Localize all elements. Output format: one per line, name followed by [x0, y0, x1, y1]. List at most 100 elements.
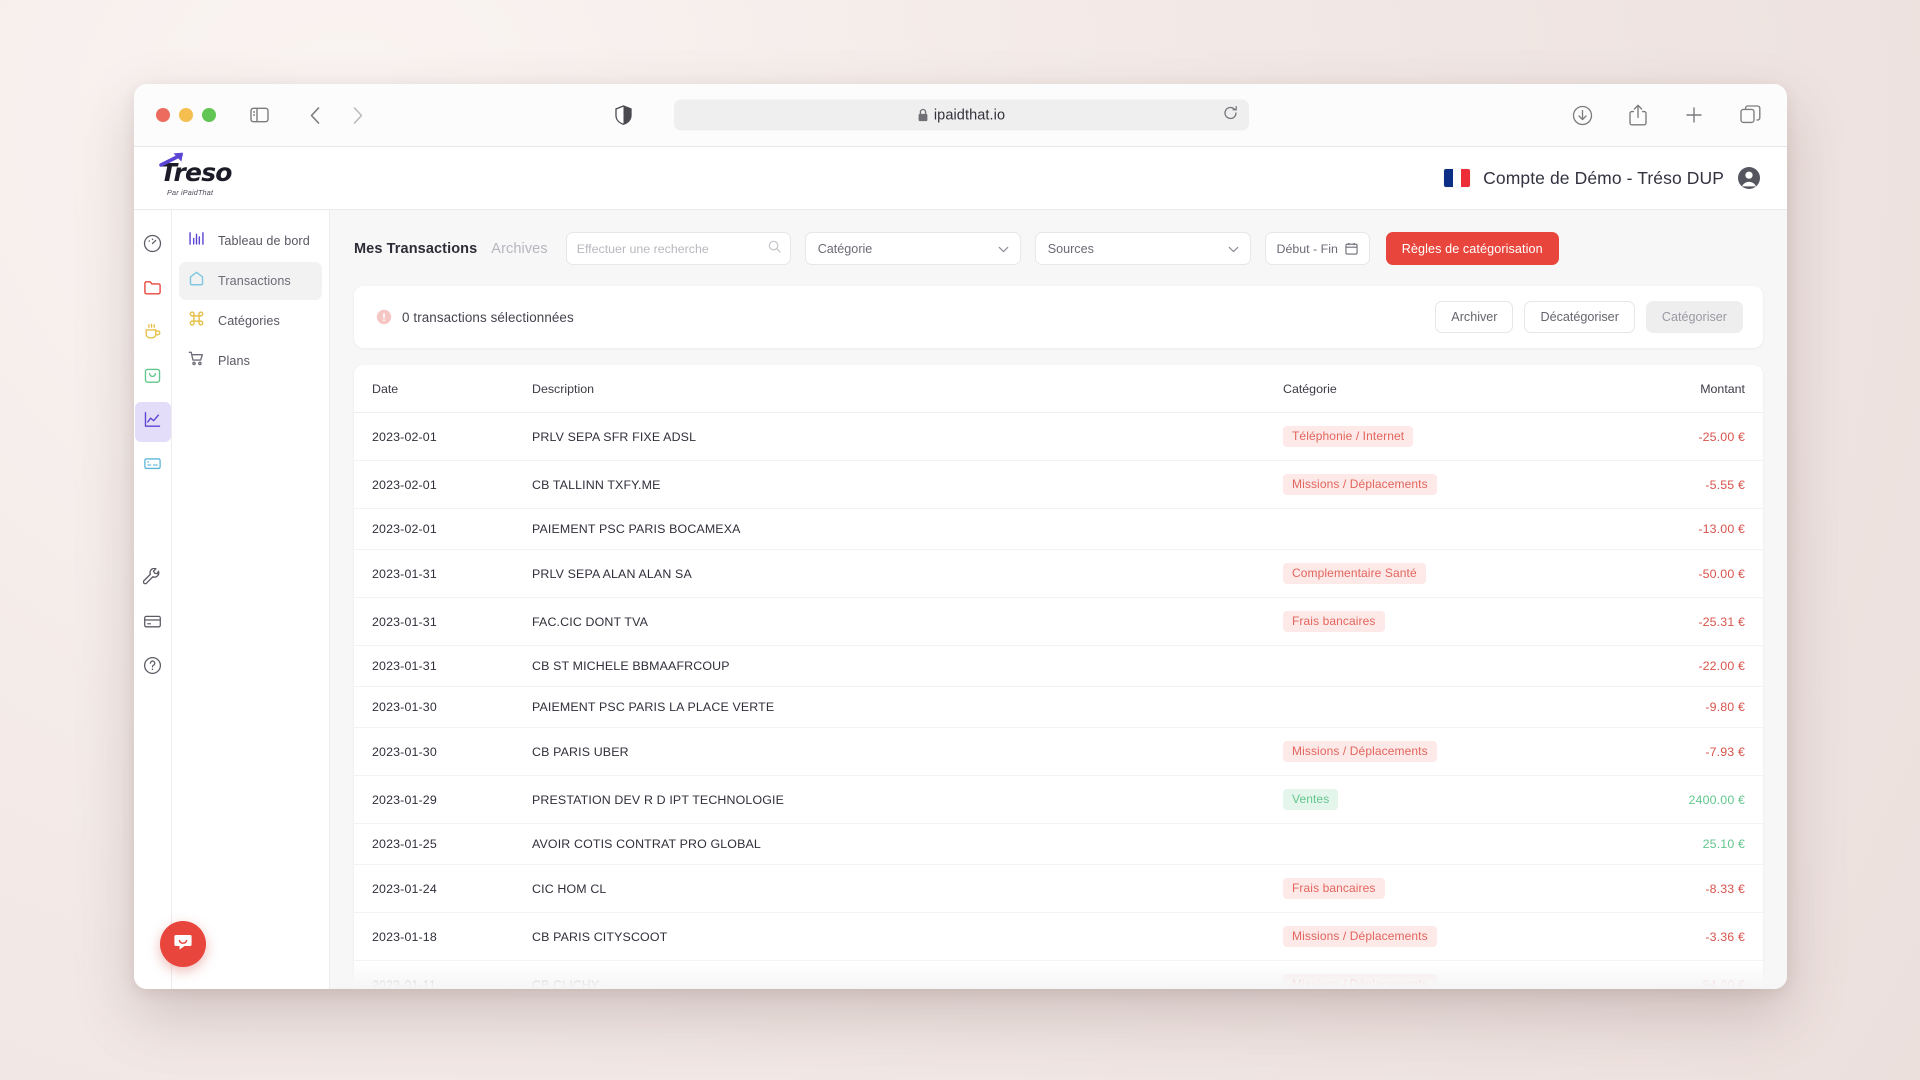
table-row[interactable]: 2023-01-29 PRESTATION DEV R D IPT TECHNOL…	[354, 775, 1763, 824]
table-row[interactable]: 2023-01-31 PRLV SEPA ALAN ALAN SA Compleme…	[354, 549, 1763, 598]
cell-date: 2023-01-30	[354, 727, 514, 776]
table-row[interactable]: 2023-01-18 CB PARIS CITYSCOOT Missions / D…	[354, 912, 1763, 961]
home-icon	[188, 270, 205, 292]
table-row[interactable]: 2023-01-31 FAC.CIC DONT TVA Frais bancaire…	[354, 597, 1763, 646]
tab-archives[interactable]: Archives	[491, 241, 547, 257]
dashboard-gauge-icon	[143, 234, 162, 258]
cell-category[interactable]: Missions / Déplacements	[1283, 460, 1613, 509]
table-row[interactable]: 2023-01-24 CIC HOM CL Frais bancaires -8.33…	[354, 864, 1763, 913]
table-row[interactable]: 2023-01-31 CB ST MICHELE BBMAAFRCOUP -22.0…	[354, 645, 1763, 687]
back-chevron-icon[interactable]	[300, 100, 330, 130]
category-badge[interactable]: Ventes	[1283, 789, 1339, 810]
sidebar-item-tableau-de-bord[interactable]: Tableau de bord	[179, 222, 322, 260]
cell-category[interactable]	[1283, 508, 1613, 550]
category-badge[interactable]: Missions / Déplacements	[1283, 926, 1437, 947]
rail-item-shopping-bag[interactable]	[134, 356, 172, 400]
logo-arrow-icon	[159, 150, 189, 175]
sidebar-item-transactions[interactable]: Transactions	[179, 262, 322, 300]
sidebar-item-plans[interactable]: Plans	[179, 342, 322, 380]
table-row[interactable]: 2023-01-30 PAIEMENT PSC PARIS LA PLACE VE…	[354, 686, 1763, 728]
french-flag-icon[interactable]	[1444, 169, 1471, 187]
cell-amount: -3.36 €	[1613, 912, 1763, 961]
rail-item-wrench[interactable]	[134, 558, 172, 602]
table-row[interactable]: 2023-02-01 PAIEMENT PSC PARIS BOCAMEXA -13…	[354, 508, 1763, 550]
credit-card-icon	[143, 612, 162, 636]
sidebar-toggle-icon[interactable]	[244, 100, 274, 130]
download-icon[interactable]	[1567, 100, 1597, 130]
rail-item-card-receipt[interactable]	[134, 444, 172, 488]
cell-date: 2023-01-24	[354, 864, 514, 913]
rules-categorisation-button[interactable]: Règles de catégorisation	[1385, 232, 1559, 265]
rail-item-folder[interactable]	[134, 268, 172, 312]
maximize-window-button[interactable]	[202, 108, 216, 122]
tab-overview-icon[interactable]	[1735, 100, 1765, 130]
intercom-chat-button[interactable]	[160, 921, 206, 967]
uncategorize-button[interactable]: Décatégoriser	[1524, 301, 1635, 333]
browser-toolbar: ipaidthat.io	[134, 84, 1787, 147]
account-name: Compte de Démo - Tréso DUP	[1483, 167, 1724, 188]
column-header-description[interactable]: Description	[514, 365, 1283, 413]
close-window-button[interactable]	[156, 108, 170, 122]
forward-chevron-icon[interactable]	[343, 100, 373, 130]
reload-icon[interactable]	[1223, 105, 1238, 125]
table-row[interactable]: 2023-02-01 PRLV SEPA SFR FIXE ADSL Télépho…	[354, 412, 1763, 461]
cell-amount: 2400.00 €	[1613, 775, 1763, 824]
tab-mes-transactions[interactable]: Mes Transactions	[354, 241, 477, 257]
cart-icon	[188, 350, 205, 372]
category-badge[interactable]: Missions / Déplacements	[1283, 474, 1437, 495]
column-header-date[interactable]: Date	[354, 365, 514, 413]
cell-category[interactable]: Ventes	[1283, 775, 1613, 824]
plus-icon[interactable]	[1679, 100, 1709, 130]
cell-category[interactable]: Complementaire Santé	[1283, 549, 1613, 598]
table-row[interactable]: 2023-01-11 CB CLICHY Missions / Déplacemen…	[354, 960, 1763, 989]
cell-category[interactable]: Missions / Déplacements	[1283, 960, 1613, 989]
transactions-table: Date Description Catégorie Montant 2023-…	[354, 365, 1763, 989]
cell-date: 2023-01-31	[354, 645, 514, 687]
archive-button[interactable]: Archiver	[1435, 301, 1514, 333]
column-header-category[interactable]: Catégorie	[1283, 365, 1613, 413]
category-badge[interactable]: Complementaire Santé	[1283, 563, 1426, 584]
category-badge[interactable]: Téléphonie / Internet	[1283, 426, 1414, 447]
table-row[interactable]: 2023-01-30 CB PARIS UBER Missions / Déplac…	[354, 727, 1763, 776]
treso-logo[interactable]: Treso Par iPaidThat	[154, 152, 232, 197]
cell-category[interactable]: Frais bancaires	[1283, 597, 1613, 646]
cell-category[interactable]: Téléphonie / Internet	[1283, 412, 1613, 461]
cell-category[interactable]: Frais bancaires	[1283, 864, 1613, 913]
cell-category[interactable]: Missions / Déplacements	[1283, 727, 1613, 776]
column-header-amount[interactable]: Montant	[1613, 365, 1763, 413]
category-badge[interactable]: Frais bancaires	[1283, 878, 1385, 899]
rail-item-dashboard-gauge[interactable]	[134, 224, 172, 268]
sidebar-item-categories[interactable]: Catégories	[179, 302, 322, 340]
rail-item-credit-card[interactable]	[134, 602, 172, 646]
cell-amount: -8.33 €	[1613, 864, 1763, 913]
rail-item-coffee-cup[interactable]	[134, 312, 172, 356]
minimize-window-button[interactable]	[179, 108, 193, 122]
cell-category[interactable]	[1283, 645, 1613, 687]
category-filter-dropdown[interactable]: Catégorie	[804, 232, 1021, 265]
user-avatar-icon[interactable]	[1737, 166, 1761, 190]
cell-date: 2023-02-01	[354, 508, 514, 550]
icon-rail	[134, 210, 172, 989]
categorize-button[interactable]: Catégoriser	[1645, 301, 1743, 333]
cell-date: 2023-01-18	[354, 912, 514, 961]
search-box[interactable]	[565, 232, 791, 265]
alert-circle-icon	[376, 309, 392, 325]
rail-item-help[interactable]	[134, 646, 172, 690]
search-input[interactable]	[576, 241, 780, 256]
cell-category[interactable]	[1283, 686, 1613, 728]
table-row[interactable]: 2023-02-01 CB TALLINN TXFY.ME Missions / D…	[354, 460, 1763, 509]
category-badge[interactable]: Missions / Déplacements	[1283, 741, 1437, 762]
share-icon[interactable]	[1623, 100, 1653, 130]
cell-description: CB PARIS UBER	[514, 727, 1283, 776]
category-badge[interactable]: Frais bancaires	[1283, 611, 1385, 632]
bar-chart-icon	[188, 230, 205, 252]
sources-filter-dropdown[interactable]: Sources	[1034, 232, 1251, 265]
cell-category[interactable]: Missions / Déplacements	[1283, 912, 1613, 961]
category-badge[interactable]: Missions / Déplacements	[1283, 974, 1437, 989]
cell-category[interactable]	[1283, 823, 1613, 865]
table-row[interactable]: 2023-01-25 AVOIR COTIS CONTRAT PRO GLOBAL…	[354, 823, 1763, 865]
address-bar[interactable]: ipaidthat.io	[674, 99, 1249, 131]
privacy-shield-icon[interactable]	[608, 100, 638, 130]
rail-item-chart-line[interactable]	[134, 400, 172, 444]
date-range-picker[interactable]: Début - Fin	[1264, 232, 1370, 265]
